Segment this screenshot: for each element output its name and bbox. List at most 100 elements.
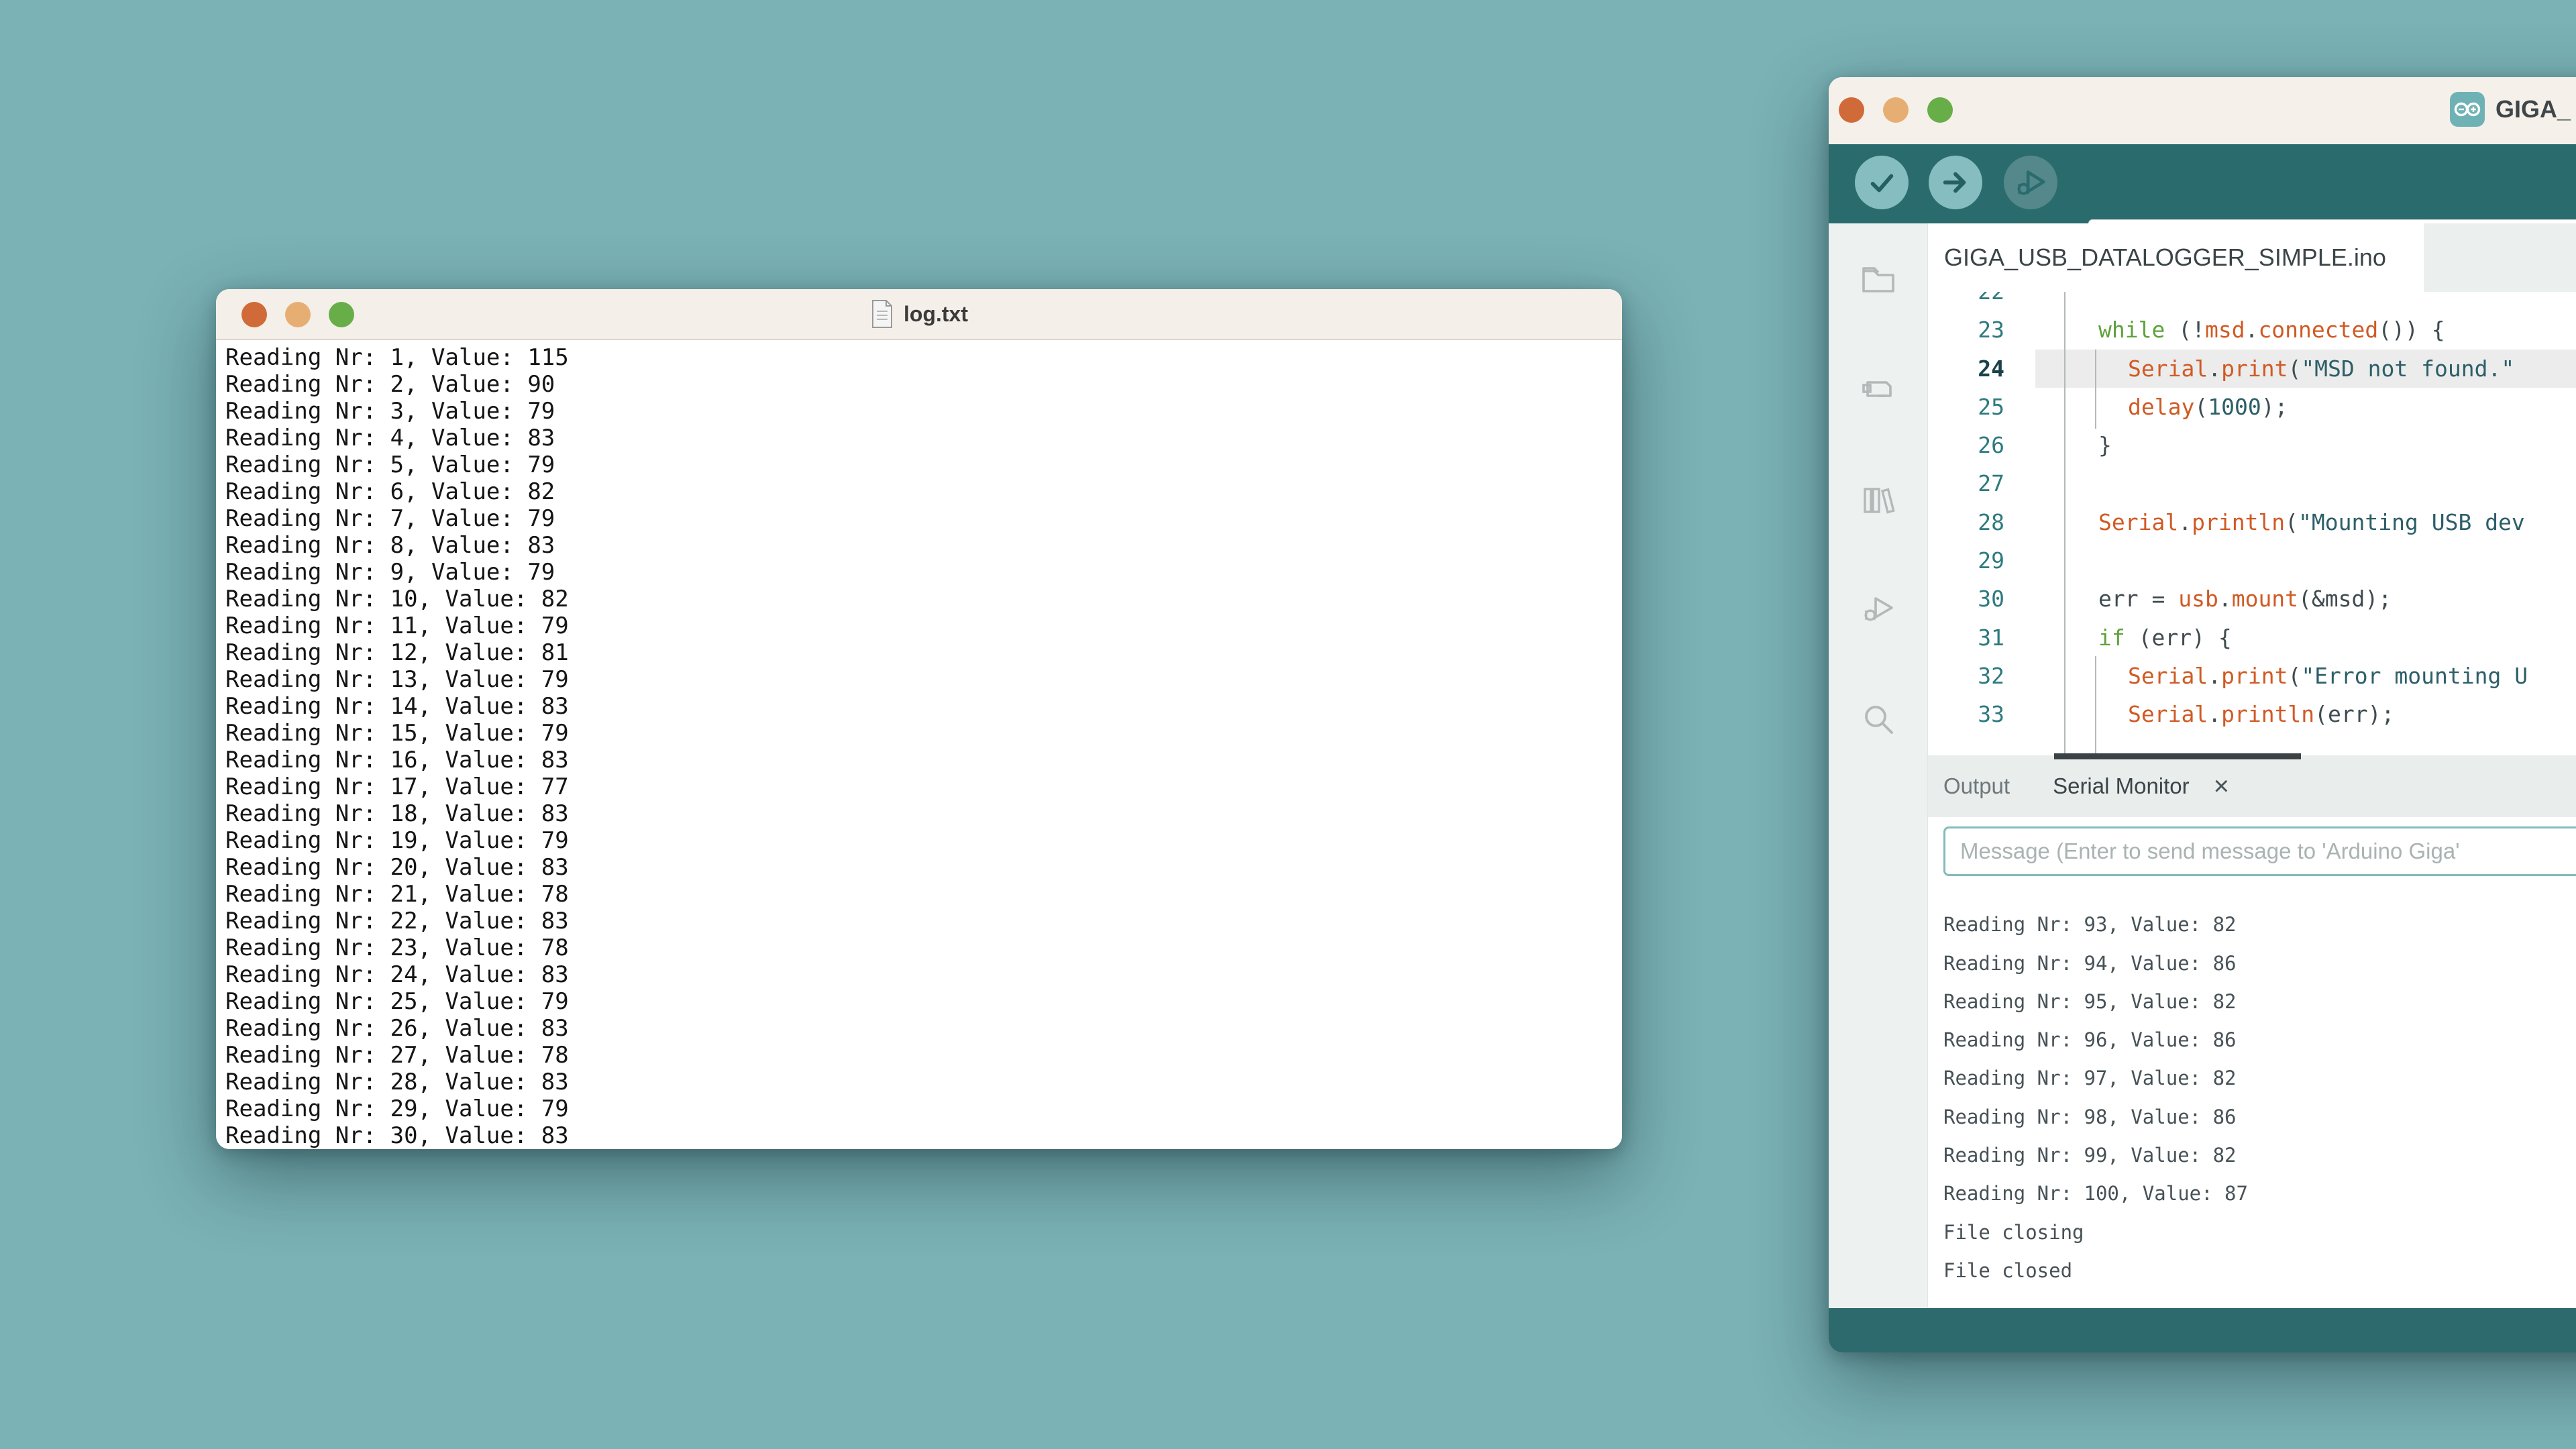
arduino-app-icon (2450, 92, 2485, 127)
minimize-button[interactable] (285, 302, 311, 327)
log-line: Reading Nr: 14, Value: 83 (225, 693, 1622, 720)
log-line: Reading Nr: 24, Value: 83 (225, 961, 1622, 988)
sidebar-item-boards-manager[interactable] (1860, 370, 1897, 408)
code-line: 27 (1928, 464, 2576, 502)
serial-line: Reading Nr: 100, Value: 87 (1943, 1175, 2576, 1213)
serial-line: File closing (1943, 1214, 2576, 1252)
code-line: 25 delay(1000); (1928, 388, 2576, 426)
ide-traffic-lights (1839, 97, 1953, 123)
log-titlebar[interactable]: log.txt (216, 289, 1622, 340)
code-text: Serial.print("MSD not found." (2035, 350, 2576, 388)
log-text[interactable]: Reading Nr: 1, Value: 115Reading Nr: 2, … (216, 340, 1622, 1149)
panel-tab-output[interactable]: Output (1943, 773, 2010, 799)
code-line: 33 Serial.println(err); (1928, 695, 2576, 733)
log-line: Reading Nr: 21, Value: 78 (225, 881, 1622, 908)
log-line: Reading Nr: 22, Value: 83 (225, 908, 1622, 934)
search-icon (1860, 700, 1897, 738)
upload-button[interactable] (1929, 156, 1982, 209)
code-text (2035, 292, 2576, 311)
code-line: 28 Serial.println("Mounting USB dev (1928, 503, 2576, 541)
code-text: if (err) { (2035, 619, 2576, 657)
log-line: Reading Nr: 28, Value: 83 (225, 1069, 1622, 1095)
log-line: Reading Nr: 9, Value: 79 (225, 559, 1622, 586)
ide-statusbar (1829, 1308, 2576, 1352)
sketch-tab[interactable]: GIGA_USB_DATALOGGER_SIMPLE.ino (1928, 223, 2424, 292)
serial-message-input[interactable] (1943, 826, 2576, 876)
log-title-wrap: log.txt (870, 299, 968, 329)
log-line: Reading Nr: 30, Value: 83 (225, 1122, 1622, 1149)
zoom-button[interactable] (1927, 97, 1953, 123)
serial-output[interactable]: Reading Nr: 92, Value: 86Reading Nr: 93,… (1943, 903, 2576, 1305)
code-line: 29 (1928, 541, 2576, 580)
line-number: 23 (1928, 311, 2004, 349)
log-line: Reading Nr: 29, Value: 79 (225, 1095, 1622, 1122)
ide-title-wrap: GIGA_ (2450, 92, 2571, 127)
serial-monitor-panel: Reading Nr: 92, Value: 86Reading Nr: 93,… (1928, 817, 2576, 1308)
active-tab-indicator (2054, 753, 2301, 759)
code-text: err = usb.mount(&msd); (2035, 580, 2576, 618)
sidebar-item-library-manager[interactable] (1860, 481, 1897, 519)
line-number: 33 (1928, 695, 2004, 733)
code-editor[interactable]: 2223while (!msd.connected()) {24 Serial.p… (1928, 292, 2576, 755)
folder-icon (1860, 260, 1897, 298)
log-line: Reading Nr: 13, Value: 79 (225, 666, 1622, 693)
indent-guide (2095, 656, 2096, 755)
code-text: } (2035, 426, 2576, 464)
arduino-ide-window: GIGA_ (1829, 77, 2576, 1352)
line-number: 22 (1928, 292, 2004, 311)
log-line: Reading Nr: 15, Value: 79 (225, 720, 1622, 747)
line-number: 30 (1928, 580, 2004, 618)
indent-guide (2064, 292, 2065, 755)
log-window-title: log.txt (904, 302, 968, 327)
code-line: 24 Serial.print("MSD not found." (1928, 350, 2576, 388)
debug-icon (1860, 590, 1897, 628)
log-line: Reading Nr: 17, Value: 77 (225, 773, 1622, 800)
sketch-tab-label: GIGA_USB_DATALOGGER_SIMPLE.ino (1944, 244, 2386, 272)
line-number: 27 (1928, 464, 2004, 502)
code-line: 32Serial.print("Error mounting U (1928, 657, 2576, 695)
log-line: Reading Nr: 7, Value: 79 (225, 505, 1622, 532)
sidebar-item-debug[interactable] (1860, 590, 1897, 628)
code-text (2035, 541, 2576, 580)
serial-line: File closed (1943, 1252, 2576, 1290)
debug-button[interactable] (2004, 156, 2057, 209)
line-number: 31 (1928, 619, 2004, 657)
log-line: Reading Nr: 16, Value: 83 (225, 747, 1622, 773)
line-number: 29 (1928, 541, 2004, 580)
sidebar-item-sketchbook[interactable] (1860, 260, 1897, 298)
indent-guide (2095, 350, 2096, 429)
sidebar-item-search[interactable] (1860, 700, 1897, 738)
ide-titlebar[interactable]: GIGA_ (1829, 77, 2576, 144)
serial-line: Reading Nr: 94, Value: 86 (1943, 945, 2576, 983)
log-line: Reading Nr: 23, Value: 78 (225, 934, 1622, 961)
serial-line: Reading Nr: 96, Value: 86 (1943, 1021, 2576, 1059)
code-line: 23while (!msd.connected()) { (1928, 311, 2576, 349)
line-number: 28 (1928, 503, 2004, 541)
verify-button[interactable] (1855, 156, 1909, 209)
close-button[interactable] (1839, 97, 1864, 123)
log-window: log.txt Reading Nr: 1, Value: 115Reading… (216, 289, 1622, 1149)
zoom-button[interactable] (329, 302, 354, 327)
serial-lines: Reading Nr: 92, Value: 86Reading Nr: 93,… (1943, 903, 2576, 1290)
line-number: 24 (1928, 350, 2004, 388)
code-line: 26} (1928, 426, 2576, 464)
code-text: Serial.println("Mounting USB dev (2035, 503, 2576, 541)
code-text: delay(1000); (2035, 388, 2576, 426)
code-text: Serial.print("Error mounting U (2035, 657, 2576, 695)
log-line: Reading Nr: 26, Value: 83 (225, 1015, 1622, 1042)
close-button[interactable] (241, 302, 267, 327)
serial-line: Reading Nr: 97, Value: 82 (1943, 1059, 2576, 1097)
serial-line: Reading Nr: 98, Value: 86 (1943, 1098, 2576, 1136)
log-line: Reading Nr: 6, Value: 82 (225, 478, 1622, 505)
log-line: Reading Nr: 19, Value: 79 (225, 827, 1622, 854)
code-text: Serial.println(err); (2035, 695, 2576, 733)
line-number: 25 (1928, 388, 2004, 426)
serial-line: Reading Nr: 95, Value: 82 (1943, 983, 2576, 1021)
ide-window-title: GIGA_ (2496, 95, 2571, 123)
close-serial-monitor-icon[interactable]: × (2214, 773, 2229, 800)
document-icon (870, 299, 894, 329)
panel-tab-serial-monitor[interactable]: Serial Monitor (2053, 773, 2190, 799)
minimize-button[interactable] (1883, 97, 1909, 123)
log-line: Reading Nr: 25, Value: 79 (225, 988, 1622, 1015)
code-line: 30 err = usb.mount(&msd); (1928, 580, 2576, 618)
